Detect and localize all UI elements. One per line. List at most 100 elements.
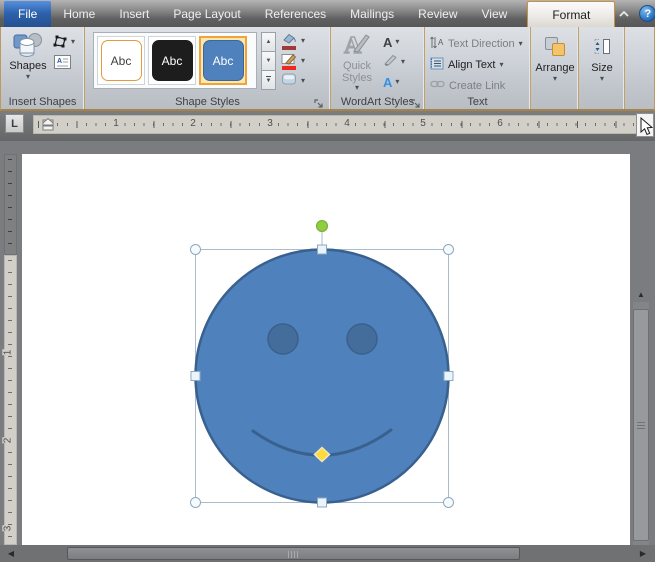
shapes-icon: [12, 31, 44, 57]
tab-file[interactable]: File: [4, 1, 51, 27]
shapes-button[interactable]: Shapes ▾: [6, 31, 50, 91]
text-effects-icon: A: [383, 76, 392, 89]
hanging-indent-marker[interactable]: [42, 118, 54, 136]
left-arrow-icon: ◀: [8, 549, 14, 558]
resize-handle-bottom-left[interactable]: [191, 498, 201, 508]
tab-page-layout[interactable]: Page Layout: [161, 1, 252, 27]
ribbon-format-tab: Shapes ▾ ▾ A: [0, 27, 655, 111]
thumb-grip: [637, 422, 645, 430]
group-label-text: Text: [425, 96, 530, 108]
text-fill-icon: A: [383, 36, 392, 49]
shape-format-buttons: ▾ ▾: [281, 31, 329, 91]
horizontal-scrollbar: ◀ ▶: [0, 545, 655, 562]
tab-stop-selector[interactable]: L: [5, 114, 24, 133]
group-label-shape-styles: Shape Styles: [85, 96, 330, 108]
ruler-number: 4: [342, 118, 352, 129]
tab-review[interactable]: Review: [406, 1, 469, 27]
wordart-styles-dialog-launcher[interactable]: [411, 96, 421, 106]
text-box-icon: A: [54, 55, 71, 69]
gallery-scroll-down-button[interactable]: ▼: [261, 51, 276, 71]
tab-home[interactable]: Home: [51, 1, 107, 27]
resize-handle-bottom[interactable]: [318, 498, 327, 507]
text-fill-button[interactable]: A ▾: [383, 32, 419, 52]
edit-shape-button[interactable]: ▾: [52, 34, 75, 49]
size-icon: [592, 33, 612, 59]
smiley-left-eye: [268, 324, 298, 354]
group-insert-shapes: Shapes ▾ ▾ A: [1, 27, 85, 109]
text-group-buttons: A Text Direction ▾: [430, 33, 530, 96]
smiley-shape[interactable]: [196, 250, 449, 503]
create-link-button[interactable]: Create Link: [430, 75, 530, 96]
tab-format-active[interactable]: Format: [527, 1, 615, 27]
arrange-icon: [544, 33, 566, 59]
resize-handle-left[interactable]: [191, 372, 200, 381]
align-text-button[interactable]: Align Text ▾: [430, 54, 530, 75]
resize-handle-bottom-right[interactable]: [444, 498, 454, 508]
shape-effects-button[interactable]: ▾: [281, 71, 329, 91]
chevron-down-icon: ▾: [395, 78, 399, 86]
up-arrow-icon: ▲: [266, 39, 272, 45]
vertical-scrollbar: ▲ ▼: [632, 282, 650, 545]
group-label-insert-shapes: Insert Shapes: [1, 96, 84, 108]
shape-style-preview-1[interactable]: Abc: [97, 36, 145, 85]
shape-effects-icon: [281, 72, 297, 91]
shape-style-preview-2[interactable]: Abc: [148, 36, 196, 85]
shape-style-preview-3-selected[interactable]: Abc: [199, 36, 247, 85]
resize-handle-top-left[interactable]: [191, 245, 201, 255]
quick-styles-button[interactable]: A Quick Styles ▾: [335, 31, 379, 91]
arrange-label: Arrange: [535, 62, 574, 74]
ruler-number: 2: [188, 118, 198, 129]
shapes-label: Shapes: [9, 60, 46, 72]
arrange-button[interactable]: Arrange ▾: [534, 33, 576, 83]
up-arrow-icon: ▲: [637, 290, 645, 299]
shape-fill-button[interactable]: ▾: [281, 31, 329, 51]
edit-points-icon: [52, 34, 69, 49]
tab-insert[interactable]: Insert: [107, 1, 161, 27]
horizontal-ruler: 1 2 3 4 5 6: [33, 115, 640, 134]
text-outline-button[interactable]: ▾: [383, 52, 419, 72]
tab-view[interactable]: View: [470, 1, 520, 27]
chevron-down-icon: ▾: [401, 58, 405, 66]
scroll-up-button[interactable]: ▲: [632, 287, 650, 301]
resize-handle-top[interactable]: [318, 245, 327, 254]
ruler-bar: L 1 2 3 4 5 6: [0, 111, 655, 141]
resize-handle-top-right[interactable]: [444, 245, 454, 255]
tab-mailings[interactable]: Mailings: [338, 1, 406, 27]
shape-styles-dialog-launcher[interactable]: [314, 96, 324, 106]
size-button[interactable]: Size ▾: [582, 33, 622, 83]
horizontal-scrollbar-thumb[interactable]: [67, 547, 520, 560]
tab-references[interactable]: References: [253, 1, 338, 27]
wordart-format-buttons: A ▾ ▾ A ▾: [383, 32, 419, 92]
shape-outline-button[interactable]: ▾: [281, 51, 329, 71]
thumb-grip: [288, 551, 300, 558]
help-button[interactable]: ?: [639, 5, 655, 22]
chevron-down-icon: ▾: [519, 40, 523, 48]
drawing-layer: [0, 141, 655, 545]
text-box-button[interactable]: A: [54, 55, 71, 74]
scroll-right-button[interactable]: ▶: [636, 547, 650, 560]
scroll-left-button[interactable]: ◀: [4, 547, 18, 560]
chevron-down-icon: ▾: [395, 38, 399, 46]
svg-text:A: A: [57, 58, 62, 65]
chevron-down-icon: ▾: [301, 37, 305, 45]
group-wordart-styles: A Quick Styles ▾ A ▾: [331, 27, 425, 109]
resize-handle-right[interactable]: [444, 372, 453, 381]
text-direction-button[interactable]: A Text Direction ▾: [430, 33, 530, 54]
smiley-face-circle[interactable]: [196, 250, 449, 503]
smiley-right-eye: [347, 324, 377, 354]
vertical-scrollbar-thumb[interactable]: [633, 309, 649, 541]
group-shape-styles: Abc Abc Abc ▲ ▼ ▼: [85, 27, 331, 109]
rotation-handle[interactable]: [317, 221, 328, 232]
word-window: File Home Insert Page Layout References …: [0, 0, 655, 562]
minimize-ribbon-button[interactable]: [615, 6, 633, 21]
text-effects-button[interactable]: A ▾: [383, 72, 419, 92]
ruler-half-ticks: [38, 121, 635, 128]
text-direction-label: Text Direction: [448, 38, 515, 50]
gallery-scroll-up-button[interactable]: ▲: [261, 32, 276, 52]
chevron-up-icon: [619, 11, 629, 17]
group-text: A Text Direction ▾: [425, 27, 531, 109]
shape-fill-icon: [281, 33, 297, 50]
document-area: 1 2 3: [0, 141, 655, 545]
chevron-down-icon: ▾: [26, 73, 30, 81]
gallery-more-button[interactable]: ▼: [261, 70, 276, 90]
